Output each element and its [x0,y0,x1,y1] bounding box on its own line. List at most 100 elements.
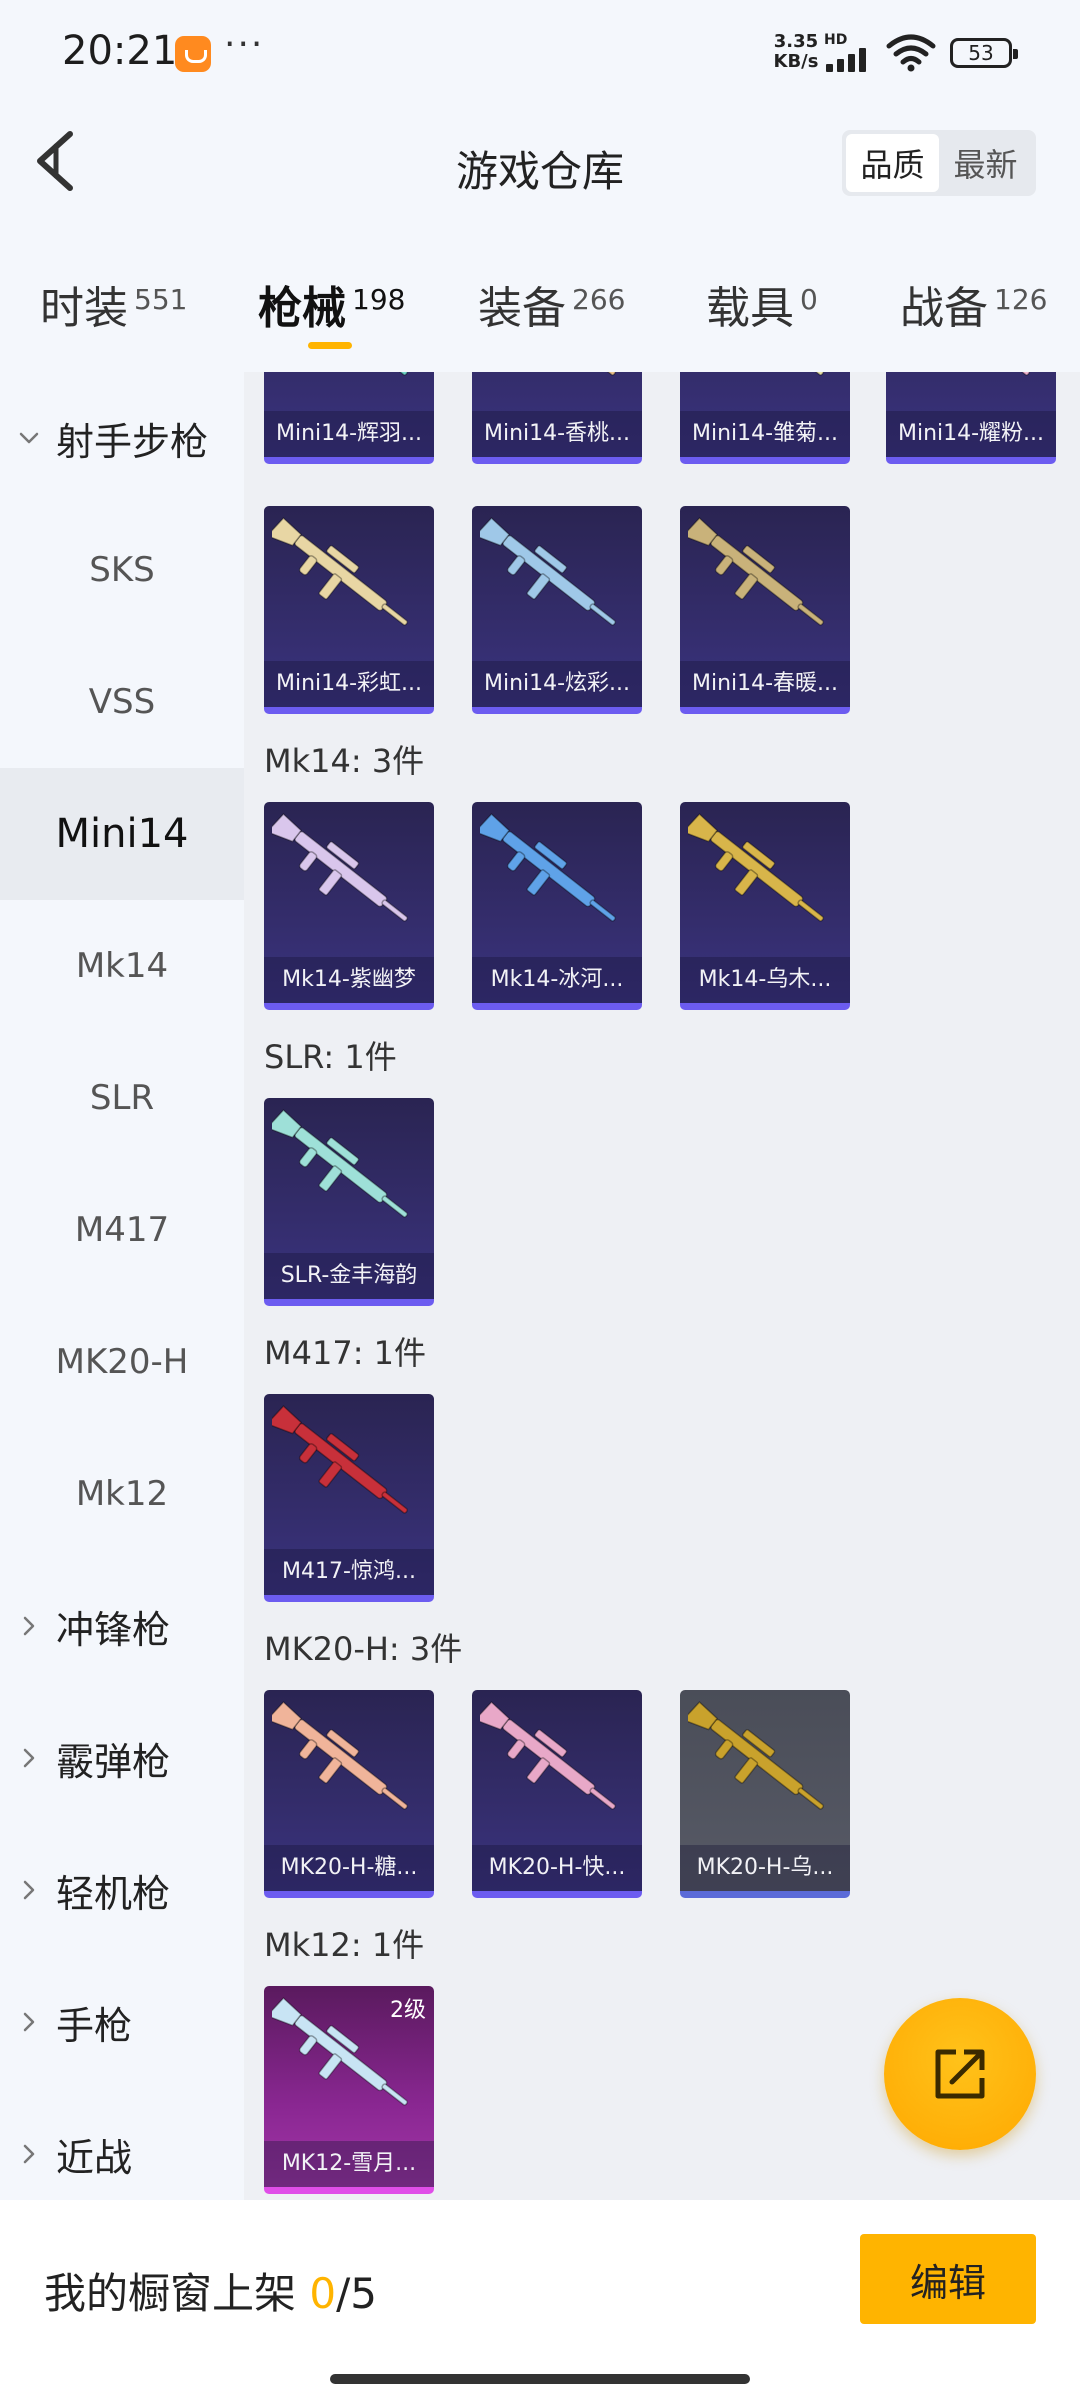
sidebar-item-label: VSS [88,682,156,722]
header: 游戏仓库 品质 最新 [0,100,1080,230]
sidebar-item-label: 近战 [56,2135,133,2180]
showcase-label: 我的橱窗上架 [44,2269,297,2318]
skin-name: MK20-H-糖... [264,1845,434,1891]
tab-label: 装备 [478,283,566,334]
tab-firearms[interactable]: 枪械 198 [258,272,405,336]
chevron-down-icon [19,432,39,444]
tab-supplies[interactable]: 战备 126 [900,272,1047,336]
share-external-icon [935,2049,985,2099]
skin-card[interactable]: M417-惊鸿... [264,1394,434,1602]
skin-card[interactable]: Mk14-紫幽梦 [264,802,434,1010]
sidebar-item-label: 冲锋枪 [56,1607,171,1652]
tab-label: 战备 [900,283,988,334]
skin-card[interactable]: Mini14-辉羽... [264,372,434,464]
sidebar-item-label: Mk14 [75,946,169,986]
section-heading-mk14: Mk14: 3件 [264,742,425,780]
skin-card[interactable]: Mini14-春暖... [680,506,850,714]
sidebar-item-mk14[interactable]: Mk14 [0,900,244,1032]
skin-card[interactable]: Mini14-耀粉... [886,372,1056,464]
rifle-icon [272,1109,408,1218]
sidebar-item-label: Mini14 [55,811,189,857]
chevron-right-icon [23,1616,35,1636]
sidebar-item-label: SKS [89,550,155,590]
rifle-icon [480,813,616,922]
rifle-icon [272,813,408,922]
sidebar-item-slr[interactable]: SLR [0,1032,244,1164]
section-heading-mk20-h: MK20-H: 3件 [264,1630,463,1668]
skin-name: Mini14-春暖... [680,661,850,707]
hd-badge: HD [824,32,848,48]
skin-name: Mini14-辉羽... [264,411,434,457]
tab-count: 0 [800,283,818,316]
tab-count: 198 [352,283,406,316]
sidebar-item-sks[interactable]: SKS [0,504,244,636]
sidebar-item-label: MK20-H [55,1342,189,1382]
section-heading-m417: M417: 1件 [264,1334,427,1372]
sidebar-group-shotgun[interactable]: 霰弹枪 [0,1692,244,1824]
chevron-right-icon [23,2144,35,2164]
signal-icon [826,48,876,72]
active-tab-indicator [308,342,352,349]
skin-name: MK12-雪月... [264,2141,434,2187]
sidebar-item-label: 霰弹枪 [56,1739,171,1784]
skin-name: SLR-金丰海韵 [264,1253,434,1299]
edit-button[interactable]: 编辑 [860,2234,1036,2324]
status-bar: 20:21 ··· 3.35 KB/s HD 53 [0,0,1080,100]
sidebar-item-mk12[interactable]: Mk12 [0,1428,244,1560]
sort-quality-button[interactable]: 品质 [846,134,939,192]
showcase-count-current: 0 [309,2269,337,2318]
sidebar-item-label: Mk12 [75,1474,169,1514]
rifle-icon [381,372,408,376]
sidebar-group-lmg[interactable]: 轻机枪 [0,1824,244,1956]
tab-vehicles[interactable]: 载具 0 [706,272,818,336]
sidebar-group-smg[interactable]: 冲锋枪 [0,1560,244,1692]
tab-equipment[interactable]: 装备 266 [478,272,625,336]
category-tabs: 时装 551 枪械 198 装备 266 载具 0 战备 126 [0,230,1080,372]
shopping-app-icon [175,36,211,72]
bottom-bar: 我的橱窗上架 0/5 编辑 [0,2200,1080,2400]
rifle-icon [272,1701,408,1810]
weapon-skin-grid: Mini14-辉羽... Mini14-香桃... Mini14-雏菊... M… [244,372,1080,2200]
skin-name: MK20-H-快... [472,1845,642,1891]
sidebar-item-vss[interactable]: VSS [0,636,244,768]
skin-card[interactable]: Mini14-炫彩... [472,506,642,714]
share-fab-button[interactable] [884,1998,1036,2150]
skin-name: Mk14-紫幽梦 [264,957,434,1003]
sidebar-item-mini14[interactable]: Mini14 [0,768,244,900]
level-badge: 2级 [390,1998,426,2023]
sidebar-item-mk20-h[interactable]: MK20-H [0,1296,244,1428]
sidebar-item-m417[interactable]: M417 [0,1164,244,1296]
skin-card[interactable]: 2级 MK12-雪月... [264,1986,434,2194]
skin-name: Mini14-香桃... [472,411,642,457]
skin-card[interactable]: Mini14-彩虹... [264,506,434,714]
sidebar-group-pistol[interactable]: 手枪 [0,1956,244,2088]
skin-card[interactable]: MK20-H-糖... [264,1690,434,1898]
weapon-type-sidebar: 射手步枪 SKS VSS Mini14 Mk14 SLR M417 MK20-H… [0,372,244,2200]
skin-name: MK20-H-乌... [680,1845,850,1891]
rifle-icon [272,1405,408,1514]
tab-count: 266 [572,283,626,316]
tab-label: 载具 [706,283,794,334]
tab-count: 551 [134,283,188,316]
skin-card[interactable]: MK20-H-快... [472,1690,642,1898]
skin-card[interactable]: SLR-金丰海韵 [264,1098,434,1306]
chevron-right-icon [23,1748,35,1768]
home-indicator [330,2374,750,2384]
sort-newest-button[interactable]: 最新 [939,134,1032,192]
skin-name: Mini14-炫彩... [472,661,642,707]
skin-card[interactable]: Mini14-香桃... [472,372,642,464]
skin-name: Mini14-雏菊... [680,411,850,457]
rifle-icon [1003,372,1030,376]
skin-name: Mini14-耀粉... [886,411,1056,457]
skin-name: Mk14-乌木... [680,957,850,1003]
skin-card[interactable]: Mk14-冰河... [472,802,642,1010]
skin-card[interactable]: MK20-H-乌... [680,1690,850,1898]
sidebar-item-label: M417 [74,1210,170,1250]
sort-toggle: 品质 最新 [842,130,1036,196]
tab-fashion[interactable]: 时装 551 [40,272,187,336]
sidebar-item-label: 手枪 [56,2003,133,2048]
skin-card[interactable]: Mini14-雏菊... [680,372,850,464]
skin-card[interactable]: Mk14-乌木... [680,802,850,1010]
skin-name: Mini14-彩虹... [264,661,434,707]
sidebar-group-marksman-rifles[interactable]: 射手步枪 [0,372,244,504]
